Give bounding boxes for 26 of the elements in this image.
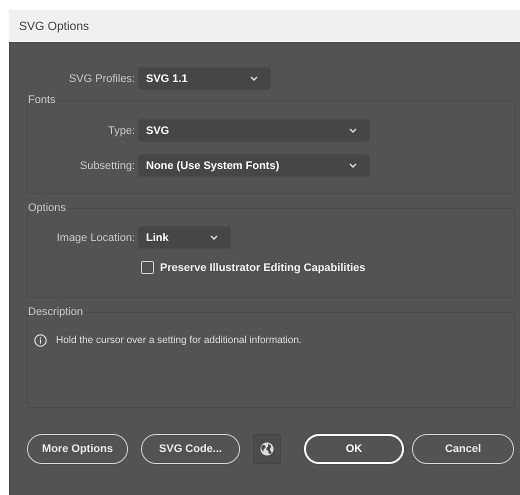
globe-icon <box>260 442 274 456</box>
dialog-button[interactable]: SVG Code... <box>141 434 240 464</box>
field-label: SVG Profiles: <box>68 72 135 84</box>
group-title: Fonts <box>28 94 57 106</box>
group-title: Options <box>28 202 67 214</box>
field-label: Image Location: <box>56 232 135 244</box>
dropdown[interactable]: SVG <box>138 119 370 142</box>
info-icon <box>34 334 47 347</box>
profile-dropdown[interactable]: SVG 1.1 <box>138 67 271 90</box>
dialog-button[interactable]: Cancel <box>412 434 514 464</box>
dialog-button[interactable]: More Options <box>27 434 128 464</box>
window-title: SVG Options <box>19 19 90 33</box>
group-title: Description <box>28 306 84 318</box>
globe-button[interactable] <box>253 434 281 464</box>
chevron-icon <box>250 76 258 81</box>
checkbox-label[interactable]: Preserve Illustrator Editing Capabilities <box>160 262 366 274</box>
chevron-icon <box>349 163 357 168</box>
description-text: Hold the cursor over a setting for additional information. <box>56 335 302 346</box>
field-label: Subsetting: <box>78 160 135 172</box>
dropdown[interactable]: None (Use System Fonts) <box>138 154 370 177</box>
chevron-icon <box>210 235 218 240</box>
field-label: Type: <box>107 124 135 136</box>
checkbox[interactable] <box>141 261 154 274</box>
chevron-icon <box>349 128 357 133</box>
ok-button[interactable]: OK <box>304 434 404 464</box>
image-location-dropdown[interactable]: Link <box>138 226 231 249</box>
